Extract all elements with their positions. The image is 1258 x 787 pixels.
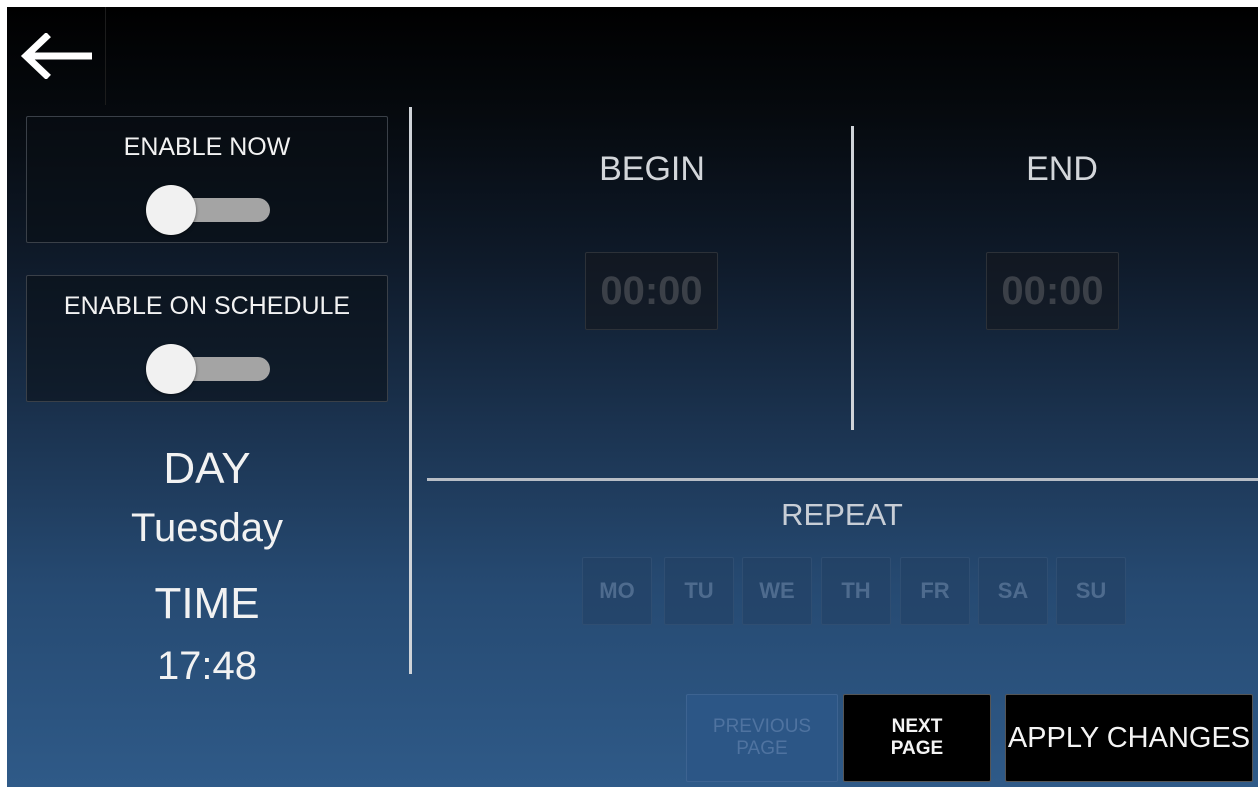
day-button-sa[interactable]: SA	[978, 557, 1048, 625]
day-label: DAY	[163, 444, 251, 493]
enable-on-schedule-card: ENABLE ON SCHEDULE	[26, 275, 388, 402]
day-button-th[interactable]: TH	[821, 557, 891, 625]
enable-now-card: ENABLE NOW	[26, 116, 388, 243]
day-button-su[interactable]: SU	[1056, 557, 1126, 625]
arrow-left-icon	[20, 33, 92, 79]
enable-on-schedule-toggle[interactable]	[146, 344, 270, 394]
next-page-label: NEXT PAGE	[891, 716, 943, 760]
end-time-field[interactable]: 00:00	[986, 252, 1119, 330]
previous-page-button[interactable]: PREVIOUS PAGE	[686, 694, 838, 782]
repeat-divider	[427, 478, 1258, 481]
time-value: 17:48	[156, 644, 258, 688]
next-page-line1: NEXT	[891, 716, 943, 737]
begin-end-divider	[851, 126, 854, 430]
next-page-button[interactable]: NEXT PAGE	[843, 694, 991, 782]
enable-now-label: ENABLE NOW	[123, 133, 291, 161]
day-button-fr[interactable]: FR	[900, 557, 970, 625]
time-label: TIME	[154, 579, 260, 628]
toggle-knob	[146, 344, 196, 394]
enable-now-toggle[interactable]	[146, 185, 270, 235]
end-label: END	[1026, 150, 1098, 188]
schedule-screen: ENABLE NOW ENABLE ON SCHEDULE DAY Tuesda…	[7, 7, 1258, 787]
previous-page-line1: PREVIOUS	[712, 716, 812, 737]
enable-on-schedule-label: ENABLE ON SCHEDULE	[63, 292, 351, 320]
toggle-knob	[146, 185, 196, 235]
day-button-we[interactable]: WE	[742, 557, 812, 625]
begin-label: BEGIN	[599, 150, 705, 188]
apply-changes-button[interactable]: APPLY CHANGES	[1005, 694, 1253, 782]
next-page-line2: PAGE	[890, 738, 944, 759]
day-button-tu[interactable]: TU	[664, 557, 734, 625]
day-button-mo[interactable]: MO	[582, 557, 652, 625]
repeat-label: REPEAT	[781, 497, 903, 532]
previous-page-label: PREVIOUS PAGE	[713, 716, 811, 760]
back-button[interactable]	[7, 7, 106, 105]
left-divider	[409, 107, 412, 674]
previous-page-line2: PAGE	[736, 738, 788, 759]
begin-time-field[interactable]: 00:00	[585, 252, 718, 330]
day-value: Tuesday	[131, 506, 283, 550]
